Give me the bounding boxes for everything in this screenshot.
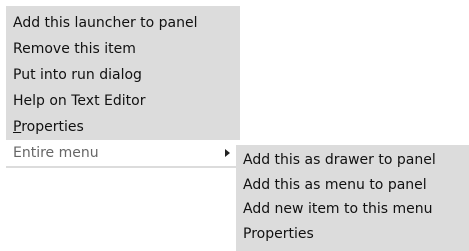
menu-item-label: Add new item to this menu: [243, 201, 433, 217]
menu-item-entire-menu[interactable]: Entire menu: [6, 140, 240, 166]
menu-item-add-launcher-to-panel[interactable]: Add this launcher to panel: [6, 10, 240, 36]
menu-item-properties[interactable]: Properties: [6, 114, 240, 140]
menu-item-label: Help on Text Editor: [13, 93, 146, 109]
menu-item-mnemonic: P: [13, 119, 22, 135]
menu-item-label: Remove this item: [13, 41, 136, 57]
menu-item-put-into-run-dialog[interactable]: Put into run dialog: [6, 62, 240, 88]
menu-item-label: Add this as menu to panel: [243, 176, 427, 193]
menu-item-label: Add this as drawer to panel: [243, 152, 436, 168]
menu-item-label: roperties: [21, 119, 84, 135]
menu-item-label: Add this launcher to panel: [13, 15, 198, 31]
context-menu: Add this launcher to panel Remove this i…: [6, 6, 240, 168]
menu-item-label: Properties: [243, 225, 314, 242]
menu-item-label: Entire menu: [13, 145, 99, 161]
menu-item-submenu-properties[interactable]: Properties: [236, 222, 469, 247]
menu-item-help-on-text-editor[interactable]: Help on Text Editor: [6, 88, 240, 114]
menu-item-add-new-item-to-menu[interactable]: Add new item to this menu: [236, 197, 469, 222]
entire-menu-submenu: Add this as drawer to panel Add this as …: [236, 145, 469, 251]
menu-item-label: Put into run dialog: [13, 67, 142, 83]
menu-item-remove-item[interactable]: Remove this item: [6, 36, 240, 62]
menu-item-add-as-drawer-to-panel[interactable]: Add this as drawer to panel: [236, 148, 469, 173]
menu-item-add-as-menu-to-panel[interactable]: Add this as menu to panel: [236, 173, 469, 198]
chevron-right-icon: [225, 149, 230, 157]
